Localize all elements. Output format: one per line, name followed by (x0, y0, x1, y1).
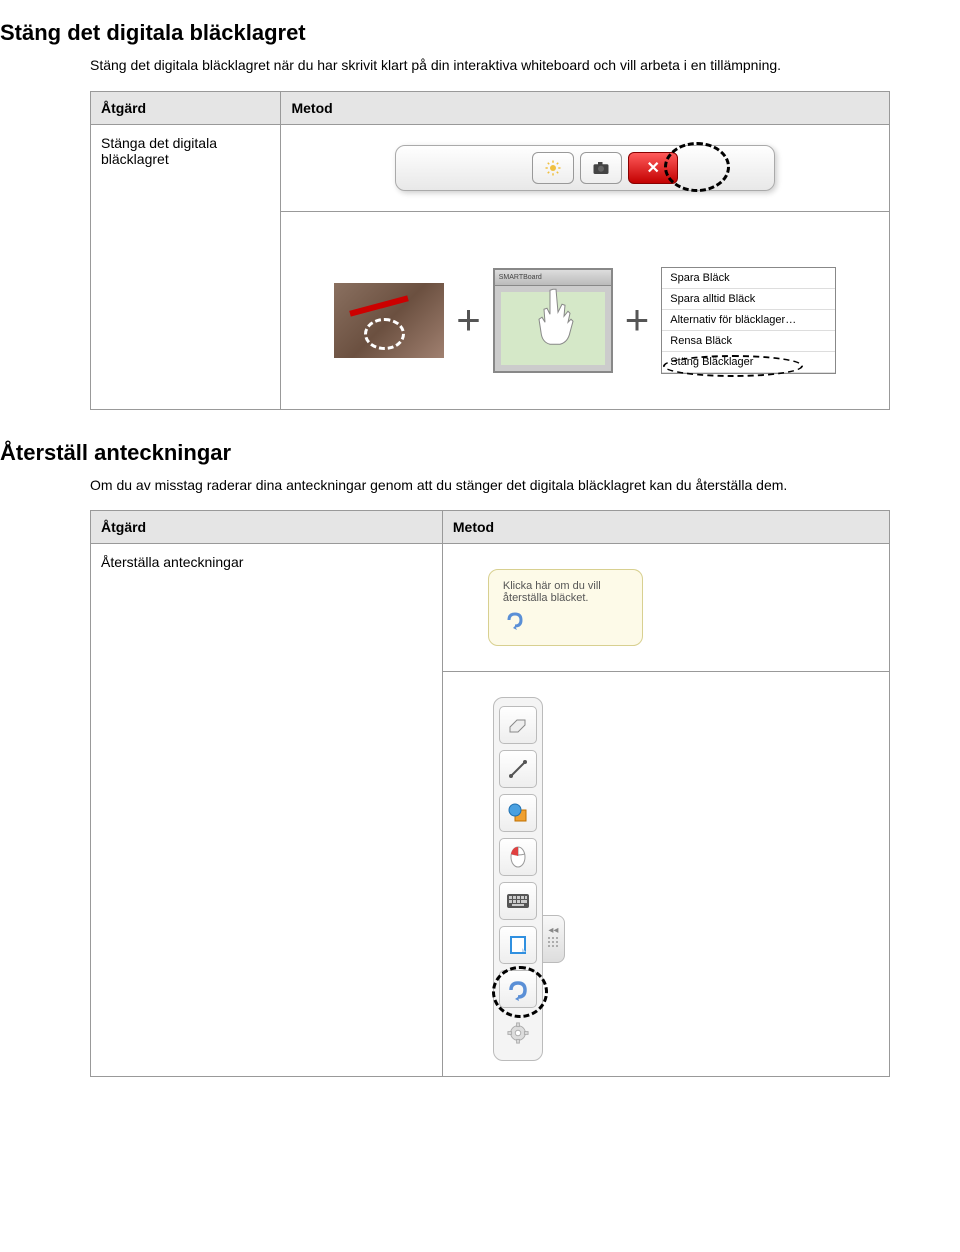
plus-icon-2: + (625, 296, 650, 344)
plus-icon-1: + (456, 296, 481, 344)
brightness-icon (544, 159, 562, 177)
menu-ink-options[interactable]: Alternativ för bläcklager… (662, 310, 835, 331)
col-action-header-2: Åtgärd (91, 511, 443, 544)
shape-icon (507, 802, 529, 824)
ink-context-menu: Spara Bläck Spara alltid Bläck Alternati… (661, 267, 836, 374)
keyboard-icon (506, 893, 530, 909)
touch-panel-brand: SMARTBoard (495, 270, 611, 286)
restore-tooltip[interactable]: Klicka här om du vill återställa bläcket… (488, 569, 643, 646)
keyboard-tool[interactable] (499, 882, 537, 920)
close-button[interactable] (628, 152, 678, 184)
camera-button[interactable] (580, 152, 622, 184)
floating-toolbar (395, 145, 775, 191)
collapse-arrows-icon: ◂◂ (548, 927, 558, 935)
action-cell-2: Återställa anteckningar (91, 544, 443, 1077)
note-tool[interactable] (499, 926, 537, 964)
col-action-header: Åtgärd (91, 91, 281, 124)
toolbar-handle[interactable]: ◂◂ (543, 915, 565, 963)
menu-always-save[interactable]: Spara alltid Bläck (662, 289, 835, 310)
pen-photo (334, 283, 444, 358)
method-cell-toolbar (281, 124, 890, 211)
menu-clear-ink[interactable]: Rensa Bläck (662, 331, 835, 352)
vertical-toolbar (493, 697, 543, 1061)
line-icon (507, 758, 529, 780)
section2-table: Åtgärd Metod Återställa anteckningar Kli… (90, 510, 890, 1077)
col-method-header: Metod (281, 91, 890, 124)
eraser-tool[interactable] (499, 706, 537, 744)
grip-dots-icon (548, 937, 558, 951)
section1-title: Stäng det digitala bläcklagret (0, 20, 890, 46)
method-tooltip-cell: Klicka här om du vill återställa bläcket… (442, 544, 889, 672)
touch-panel: SMARTBoard (493, 268, 613, 373)
gear-icon (507, 1022, 529, 1044)
section1-table: Åtgärd Metod Stänga det digitala bläckla… (90, 91, 890, 410)
method-vtoolbar-cell: ◂◂ (442, 672, 889, 1077)
menu-close-layer[interactable]: Stäng Bläcklager (662, 352, 835, 373)
action-cell: Stänga det digitala bläcklagret (91, 124, 281, 409)
mouse-tool[interactable] (499, 838, 537, 876)
method-cell-combo: + SMARTBoard + Spara Bläck Spara alltid … (281, 211, 890, 409)
undo-tool[interactable] (499, 970, 537, 1008)
section2-body: Om du av misstag raderar dina anteckning… (90, 476, 890, 496)
undo-tool-icon (506, 977, 530, 1001)
tooltip-text: Klicka här om du vill återställa bläcket… (503, 580, 601, 604)
menu-save-ink[interactable]: Spara Bläck (662, 268, 835, 289)
brightness-button[interactable] (532, 152, 574, 184)
undo-icon (503, 608, 527, 632)
section2-title: Återställ anteckningar (0, 440, 890, 466)
eraser-icon (507, 717, 529, 733)
settings-tool[interactable] (499, 1014, 537, 1052)
shape-tool[interactable] (499, 794, 537, 832)
line-tool[interactable] (499, 750, 537, 788)
note-icon (508, 934, 528, 956)
camera-icon (592, 161, 610, 175)
col-method-header-2: Metod (442, 511, 889, 544)
hand-icon (528, 284, 578, 349)
mouse-icon (509, 846, 527, 868)
section1-body: Stäng det digitala bläcklagret när du ha… (90, 56, 890, 76)
